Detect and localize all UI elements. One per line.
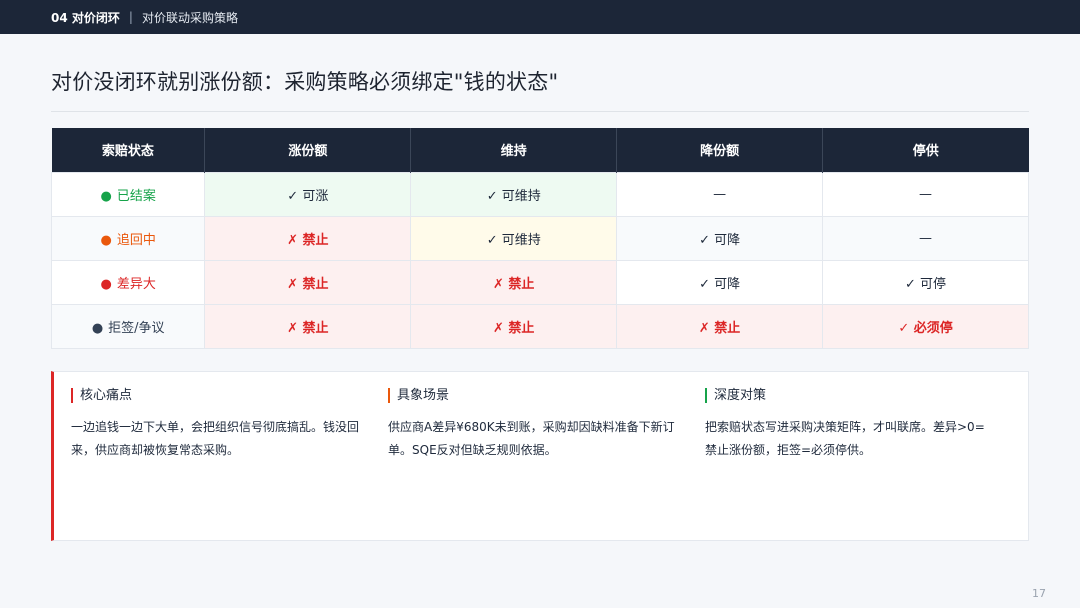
top-bar: 04 对价闭环 | 对价联动采购策略 [0, 0, 1080, 34]
row-status-cell: ● 差异大 [50, 259, 206, 305]
insight-column-pain-point: 核心痛点 一边追钱一边下大单，会把组织信号彻底搞乱。钱没回来，供应商却被恢复常态… [71, 388, 361, 462]
status-dot-icon: ● [100, 232, 112, 248]
matrix-cell: — [822, 215, 1029, 261]
insight-heading: 核心痛点 [71, 388, 361, 403]
column-header-stop-supply: 停供 [822, 128, 1029, 172]
status-label: 追回中 [116, 232, 156, 248]
insight-text: 供应商A差异¥680K未到账，采购却因缺料准备下新订单。SQE反对但缺乏规则依据… [388, 420, 675, 457]
column-header-maintain: 维持 [410, 128, 618, 172]
section-label: 04 对价闭环 [51, 10, 120, 25]
table-row: ● 差异大 ✗ 禁止 ✗ 禁止 ✓ 可降 ✓ 可停 [50, 259, 1029, 305]
page-number: 17 [1032, 587, 1046, 600]
status-dot-icon: ● [100, 188, 112, 204]
insight-text: 一边追钱一边下大单，会把组织信号彻底搞乱。钱没回来，供应商却被恢复常态采购。 [71, 420, 360, 457]
page-title: 对价没闭环就别涨份额：采购策略必须绑定"钱的状态" [51, 70, 559, 94]
matrix-cell: ✓ 可涨 [204, 171, 412, 217]
table-row: ● 已结案 ✓ 可涨 ✓ 可维持 — — [50, 171, 1029, 217]
matrix-cell: ✓ 可降 [616, 259, 824, 305]
matrix-cell: — [822, 171, 1029, 217]
status-dot-icon: ● [91, 320, 104, 336]
section-subtitle: 对价联动采购策略 [141, 10, 238, 25]
table-header-row: 索赔状态 涨份额 维持 降份额 停供 [51, 128, 1029, 172]
row-status-cell: ● 追回中 [50, 215, 206, 261]
row-status-cell: ● 拒签/争议 [50, 303, 206, 349]
matrix-cell: ✓ 可维持 [410, 171, 618, 217]
column-header-decrease-share: 降份额 [616, 128, 824, 172]
matrix-cell: ✗ 禁止 [204, 303, 412, 349]
status-dot-icon: ● [100, 276, 112, 292]
matrix-cell: ✓ 必须停 [822, 303, 1029, 349]
insight-column-countermeasure: 深度对策 把索赔状态写进采购决策矩阵，才叫联席。差异>0=禁止涨份额，拒签=必须… [705, 388, 995, 462]
decision-matrix-table: 索赔状态 涨份额 维持 降份额 停供 ● 已结案 ✓ 可涨 ✓ 可维持 — — ● 追回中 ✗ … [50, 128, 1029, 349]
column-header-increase-share: 涨份额 [204, 128, 412, 172]
matrix-cell: ✗ 禁止 [204, 215, 412, 261]
table-row: ● 拒签/争议 ✗ 禁止 ✗ 禁止 ✗ 禁止 ✓ 必须停 [50, 303, 1029, 349]
insight-text: 把索赔状态写进采购决策矩阵，才叫联席。差异>0=禁止涨份额，拒签=必须停供。 [705, 420, 985, 457]
breadcrumb-separator: | [128, 10, 133, 24]
matrix-cell: ✓ 可降 [616, 215, 824, 261]
status-label: 差异大 [116, 276, 156, 292]
matrix-cell: ✗ 禁止 [204, 259, 412, 305]
status-label: 拒签/争议 [108, 320, 165, 336]
matrix-cell: — [616, 171, 824, 217]
column-header-status: 索赔状态 [51, 128, 206, 172]
insight-column-scenario: 具象场景 供应商A差异¥680K未到账，采购却因缺料准备下新订单。SQE反对但缺… [388, 388, 678, 462]
insight-panel: 核心痛点 一边追钱一边下大单，会把组织信号彻底搞乱。钱没回来，供应商却被恢复常态… [51, 371, 1029, 541]
insight-heading: 具象场景 [388, 388, 678, 403]
matrix-cell: ✗ 禁止 [410, 303, 618, 349]
matrix-cell: ✓ 可维持 [410, 215, 618, 261]
status-label: 已结案 [116, 188, 156, 204]
matrix-cell: ✓ 可停 [822, 259, 1029, 305]
matrix-cell: ✗ 禁止 [410, 259, 618, 305]
row-status-cell: ● 已结案 [50, 171, 206, 217]
table-row: ● 追回中 ✗ 禁止 ✓ 可维持 ✓ 可降 — [50, 215, 1029, 261]
insight-heading: 深度对策 [705, 388, 995, 403]
matrix-cell: ✗ 禁止 [616, 303, 824, 349]
title-divider [51, 111, 1029, 112]
